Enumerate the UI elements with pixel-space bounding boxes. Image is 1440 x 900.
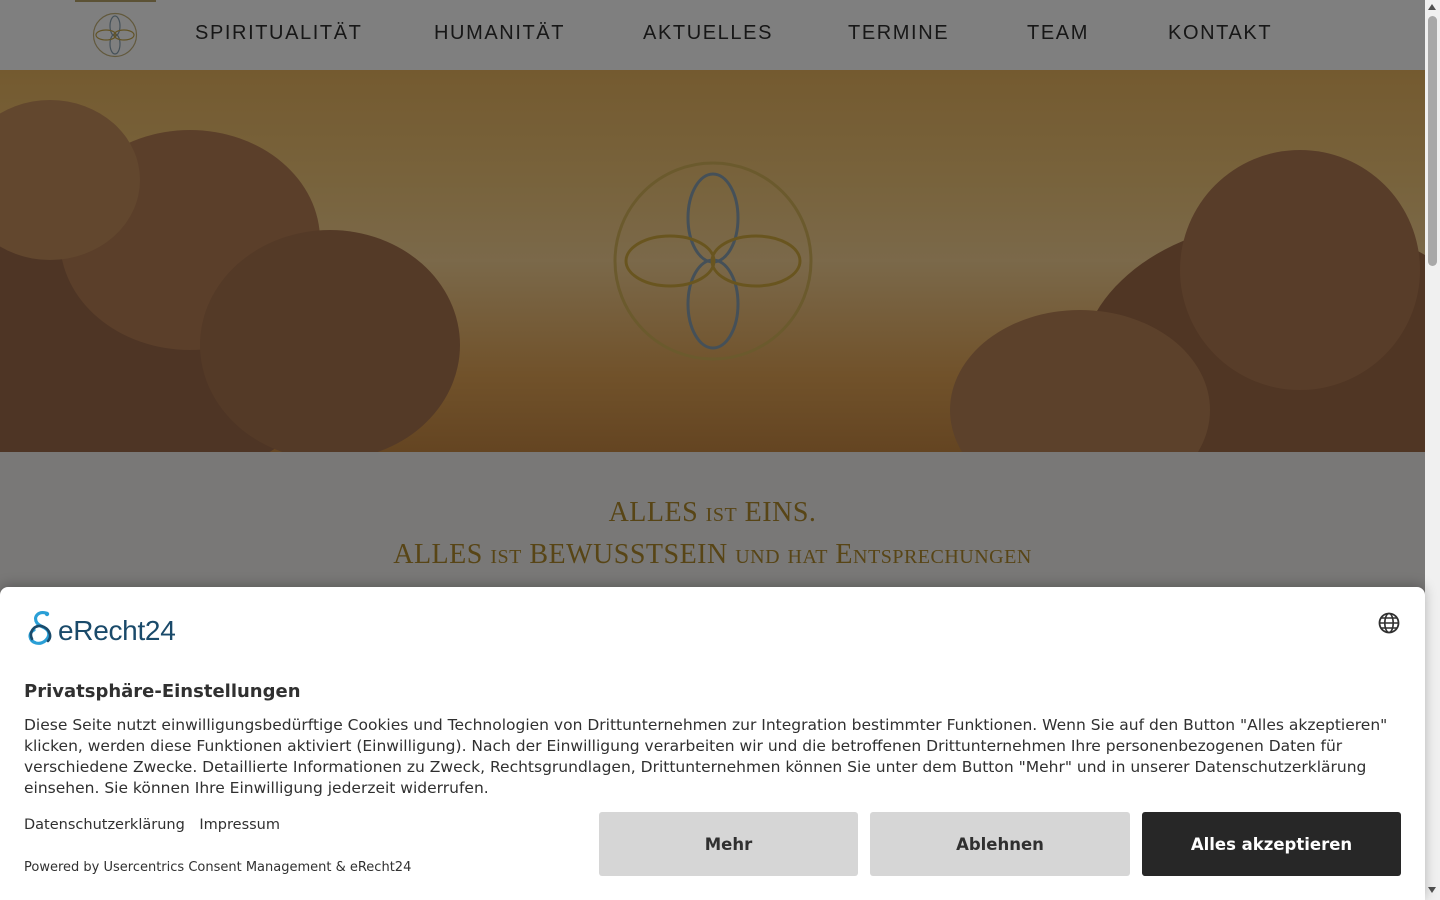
scroll-down-arrow-icon[interactable] [1428,887,1436,893]
imprint-link[interactable]: Impressum [199,817,280,833]
erecht24-logo: eRecht24 [24,609,194,651]
powered-by-text: Powered by Usercentrics Consent Manageme… [24,860,412,875]
scroll-up-arrow-icon[interactable] [1428,4,1436,10]
cookie-consent-banner: eRecht24 Privatsphäre-Einstellungen Dies… [0,587,1425,900]
consent-title: Privatsphäre-Einstellungen [24,681,301,702]
vertical-scrollbar[interactable] [1425,0,1440,900]
privacy-policy-link[interactable]: Datenschutzerklärung [24,817,185,833]
erecht24-symbol-icon [28,611,52,645]
decline-button[interactable]: Ablehnen [870,812,1130,876]
erecht24-wordmark: eRecht24 [58,615,176,646]
consent-links: Datenschutzerklärung Impressum [24,817,290,833]
scrollbar-thumb[interactable] [1428,16,1437,266]
consent-description: Diese Seite nutzt einwilligungsbedürftig… [24,716,1388,797]
more-button[interactable]: Mehr [599,812,858,876]
globe-icon[interactable] [1377,611,1401,635]
accept-all-button[interactable]: Alles akzeptieren [1142,812,1401,876]
